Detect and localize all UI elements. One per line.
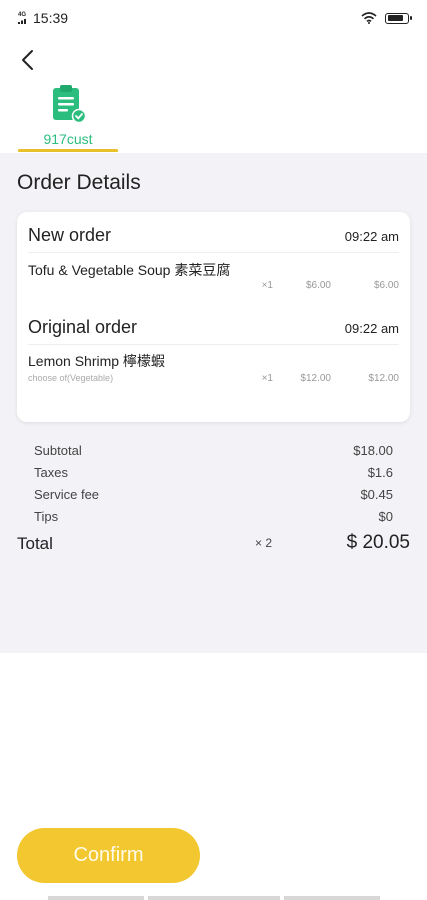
new-order-time: 09:22 am [344,229,399,244]
clipboard-check-icon [53,85,86,124]
status-left: 4G 15:39 [18,10,68,26]
new-order-item-unit-price: $6.00 [305,280,331,291]
service-fee-label: Service fee [34,487,100,502]
subtotal-label: Subtotal [34,443,82,458]
original-order-item-qty: ×1 [261,373,273,384]
new-order-item-name: Tofu & Vegetable Soup 素菜豆腐 [28,262,231,278]
tab-active-indicator [18,149,118,152]
confirm-button[interactable]: Confirm [17,828,200,883]
tab-917cust[interactable]: 917cust [18,82,118,152]
nav-bar-segment [284,896,380,900]
status-right [361,12,412,24]
taxes-row: Taxes $1.6 [34,465,393,480]
new-order-item-total: $6.00 [373,280,399,291]
subtotal-row: Subtotal $18.00 [34,443,393,458]
original-order-time: 09:22 am [344,321,399,336]
total-row: Total × 2 $ 20.05 [17,532,410,556]
total-item-count: × 2 [255,536,273,550]
tips-value: $0 [378,509,393,524]
new-order-header: New order 09:22 am [28,225,399,253]
original-order-item-name: Lemon Shrimp 檸檬蝦 [28,353,165,369]
signal-icon: 4G [18,12,28,24]
total-amount: $ 20.05 [346,532,410,553]
back-button[interactable] [14,46,40,74]
service-fee-value: $0.45 [360,487,393,502]
status-bar: 4G 15:39 [0,0,427,36]
original-order-header: Original order 09:22 am [28,317,399,345]
nav-bar-segment [48,896,144,900]
tips-row: Tips $0 [34,509,393,524]
original-order-item-unit-price: $12.00 [300,373,331,384]
status-time: 15:39 [33,10,69,26]
nav-bar-segment [148,896,280,900]
subtotal-value: $18.00 [353,443,393,458]
chevron-left-icon [22,50,33,70]
order-card: New order 09:22 am Tofu & Vegetable Soup… [17,212,410,422]
original-order-item-total: $12.00 [368,373,399,384]
service-fee-row: Service fee $0.45 [34,487,393,502]
taxes-label: Taxes [34,465,68,480]
tab-label: 917cust [43,131,93,147]
total-label: Total [17,534,53,553]
original-order-title: Original order [28,317,138,337]
tips-label: Tips [34,509,59,524]
wifi-icon [361,12,377,24]
new-order-item-qty: ×1 [261,280,273,291]
original-order-item-note: choose of(Vegetable) [28,373,114,383]
new-order-title: New order [28,225,112,245]
battery-icon [385,12,412,24]
new-order-item-amounts: ×1 $6.00 $6.00 [251,280,399,291]
page-title: Order Details [17,171,141,194]
taxes-value: $1.6 [367,465,393,480]
original-order-item-amounts: ×1 $12.00 $12.00 [251,373,399,384]
